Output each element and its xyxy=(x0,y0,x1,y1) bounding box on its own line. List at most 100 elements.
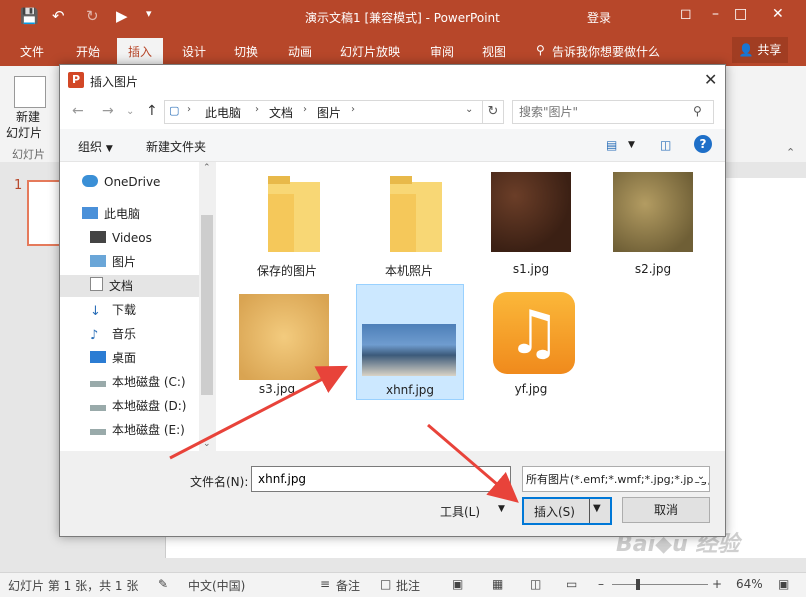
ribbon-display-icon[interactable]: ◻ xyxy=(680,6,692,22)
zoom-in-icon[interactable]: + xyxy=(712,577,722,591)
scroll-down-icon[interactable]: ⌄ xyxy=(203,439,211,449)
zoom-level[interactable]: 64% xyxy=(736,577,763,591)
tab-home[interactable]: 开始 xyxy=(76,43,100,60)
comments-button[interactable]: 批注 xyxy=(396,577,420,594)
cancel-button[interactable]: 取消 xyxy=(622,497,710,523)
back-icon[interactable]: ← xyxy=(72,103,84,119)
share-button[interactable]: 👤 共享 xyxy=(732,37,788,63)
tree-item-downloads[interactable]: ↓ 下载 xyxy=(90,299,136,321)
tab-transitions[interactable]: 切换 xyxy=(234,43,258,60)
insert-dropdown-icon[interactable]: ▼ xyxy=(593,503,601,514)
file-item-s1[interactable]: s1.jpg xyxy=(478,164,584,278)
collapse-ribbon-icon[interactable]: ⌃ xyxy=(786,146,795,159)
tree-item-drive-d[interactable]: 本地磁盘 (D:) xyxy=(90,395,186,417)
tools-dropdown-icon[interactable]: ▼ xyxy=(498,504,505,514)
customize-icon[interactable]: ▾ xyxy=(146,7,152,20)
file-item-camera-roll[interactable]: 本机照片 xyxy=(356,164,462,278)
close-icon[interactable]: ✕ xyxy=(772,6,784,22)
tree-item-pictures[interactable]: 图片 xyxy=(90,251,136,273)
sorter-view-icon[interactable]: ▦ xyxy=(492,577,503,591)
login-link[interactable]: 登录 xyxy=(587,9,611,26)
zoom-slider[interactable] xyxy=(612,584,708,585)
notes-icon[interactable]: ≡ xyxy=(320,577,330,591)
refresh-icon[interactable]: ↻ xyxy=(482,100,504,124)
zoom-out-icon[interactable]: – xyxy=(598,577,604,591)
filename-input[interactable] xyxy=(256,471,510,487)
spellcheck-icon[interactable]: ✎ xyxy=(158,577,168,591)
notes-button[interactable]: 备注 xyxy=(336,577,360,594)
file-item-s2[interactable]: s2.jpg xyxy=(600,164,706,278)
address-dropdown-icon[interactable]: ⌄ xyxy=(465,104,473,115)
undo-icon[interactable]: ↶ xyxy=(52,7,65,25)
view-dropdown-icon[interactable]: ▼ xyxy=(628,140,635,150)
file-type-select[interactable]: 所有图片(*.emf;*.wmf;*.jpg;*.jpeg) ⌄ xyxy=(522,466,710,492)
file-item-s3[interactable]: s3.jpg xyxy=(224,284,330,398)
slide-info: 幻灯片 第 1 张，共 1 张 xyxy=(8,579,139,593)
minimize-icon[interactable]: – xyxy=(712,6,719,22)
slideshow-view-icon[interactable]: ▭ xyxy=(566,577,577,591)
new-slide-icon[interactable] xyxy=(14,76,46,108)
forward-icon[interactable]: → xyxy=(102,103,114,119)
chevron-right-icon: › xyxy=(255,104,259,115)
save-icon[interactable]: 💾 xyxy=(20,7,39,25)
tab-review[interactable]: 审阅 xyxy=(430,43,454,60)
file-item-yf[interactable]: ♫ yf.jpg xyxy=(478,284,584,398)
help-icon[interactable]: ? xyxy=(694,135,712,153)
scroll-up-icon[interactable]: ⌃ xyxy=(203,163,211,173)
tab-view[interactable]: 视图 xyxy=(482,43,506,60)
filename-box[interactable] xyxy=(251,466,511,492)
file-item-xhnf[interactable]: xhnf.jpg xyxy=(356,284,464,400)
slide-number: 1 xyxy=(14,178,23,193)
slide-canvas[interactable] xyxy=(726,178,806,558)
tree-item-desktop[interactable]: 桌面 xyxy=(90,347,136,369)
present-icon[interactable]: ▶ xyxy=(116,7,128,25)
view-options-icon[interactable]: ▤ xyxy=(606,138,617,152)
tree-item-videos[interactable]: Videos xyxy=(90,227,152,249)
drive-icon xyxy=(90,429,106,435)
language-status[interactable]: 中文(中国) xyxy=(188,577,245,594)
search-input[interactable] xyxy=(517,103,691,121)
tab-slideshow[interactable]: 幻灯片放映 xyxy=(340,43,400,60)
new-slide-label[interactable]: 新建 xyxy=(16,108,40,125)
dialog-close-icon[interactable]: ✕ xyxy=(704,70,717,89)
new-slide-label-2[interactable]: 幻灯片 xyxy=(6,124,42,141)
recent-icon[interactable]: ⌄ xyxy=(126,106,134,117)
tree-item-onedrive[interactable]: OneDrive xyxy=(82,171,160,193)
breadcrumb-pictures[interactable]: 图片 xyxy=(317,104,341,121)
tree-item-documents[interactable]: 文档 xyxy=(60,275,199,297)
organize-button[interactable]: 组织 ▼ xyxy=(78,138,113,155)
dialog-title: 插入图片 xyxy=(90,75,139,89)
search-icon[interactable]: ⚲ xyxy=(693,104,702,118)
tab-animations[interactable]: 动画 xyxy=(288,43,312,60)
tell-me-box[interactable]: 告诉我你想要做什么 xyxy=(552,43,660,60)
tab-design[interactable]: 设计 xyxy=(182,43,206,60)
breadcrumb-pc[interactable]: 此电脑 xyxy=(205,104,241,121)
tree-scroll-thumb[interactable] xyxy=(201,215,213,395)
preview-pane-icon[interactable]: ◫ xyxy=(660,138,671,152)
tools-button[interactable]: 工具(L) xyxy=(440,503,480,520)
comments-icon[interactable]: □ xyxy=(380,577,391,591)
breadcrumb-docs[interactable]: 文档 xyxy=(269,104,293,121)
chevron-down-icon: ▼ xyxy=(105,144,113,154)
insert-button[interactable]: 插入(S) ▼ xyxy=(522,497,612,525)
video-icon xyxy=(90,231,106,243)
maximize-icon[interactable]: □ xyxy=(734,6,747,22)
search-box[interactable]: ⚲ xyxy=(512,100,714,124)
redo-icon[interactable]: ↻ xyxy=(86,7,99,25)
reading-view-icon[interactable]: ◫ xyxy=(530,577,541,591)
up-icon[interactable]: ↑ xyxy=(146,103,158,119)
fit-slide-icon[interactable]: ▣ xyxy=(778,577,789,591)
tree-item-music[interactable]: ♪ 音乐 xyxy=(90,323,136,345)
tree-item-drive-e[interactable]: 本地磁盘 (E:) xyxy=(90,419,185,441)
normal-view-icon[interactable]: ▣ xyxy=(452,577,463,591)
tree-item-drive-c[interactable]: 本地磁盘 (C:) xyxy=(90,371,186,393)
tell-me-icon[interactable]: ⚲ xyxy=(536,43,545,57)
zoom-slider-thumb[interactable] xyxy=(636,579,640,590)
slide-thumbnail[interactable] xyxy=(27,180,62,246)
tab-file[interactable]: 文件 xyxy=(20,43,44,60)
address-bar[interactable]: ▢ › 此电脑 › 文档 › 图片 › ⌄ xyxy=(164,100,484,124)
drive-icon xyxy=(90,405,106,411)
file-item-saved-pictures[interactable]: 保存的图片 xyxy=(234,164,340,278)
tree-item-this-pc[interactable]: 此电脑 xyxy=(82,203,140,225)
new-folder-button[interactable]: 新建文件夹 xyxy=(146,138,206,155)
